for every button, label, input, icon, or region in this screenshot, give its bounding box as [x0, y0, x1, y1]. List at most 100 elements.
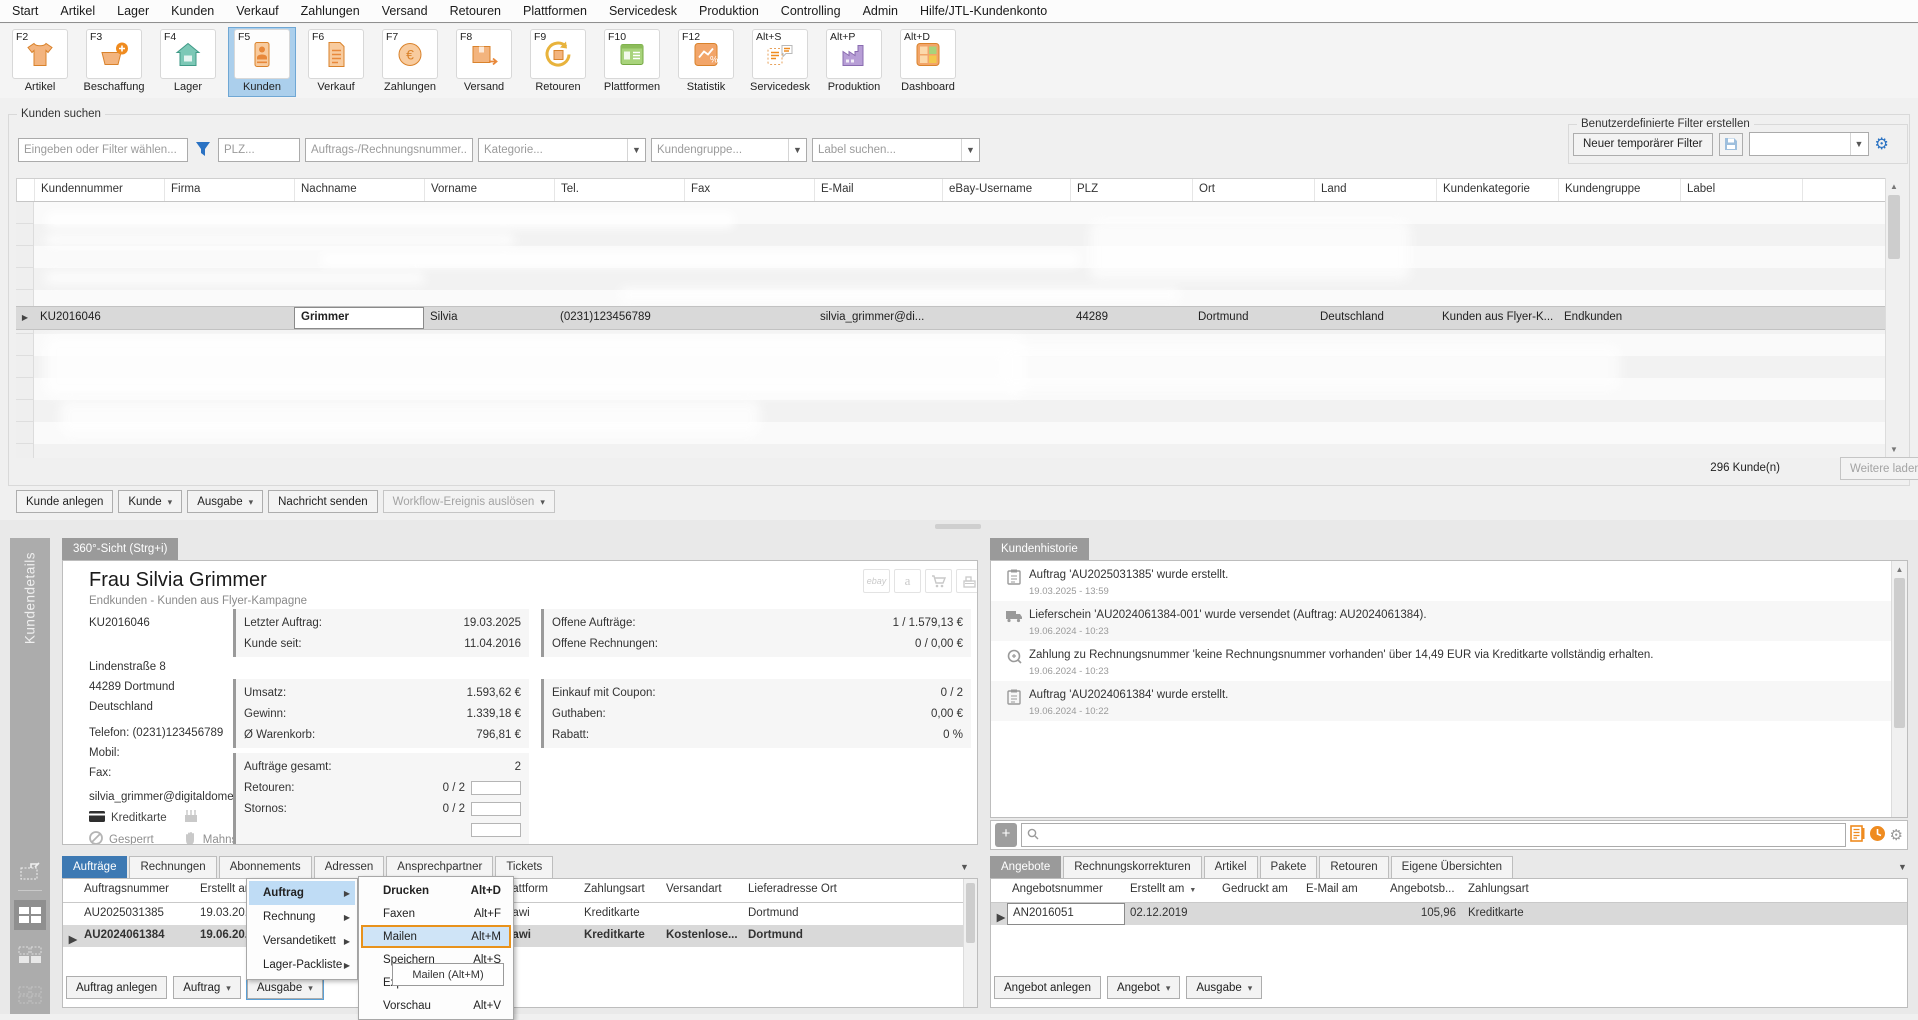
angebot-dropdown-button[interactable]: Angebot [1107, 976, 1180, 999]
offer-row-selected[interactable]: ▶ AN2016051 02.12.2019 105,96 Kreditkart… [991, 903, 1907, 925]
toolbar-statistik-button[interactable]: F12 % Statistik [672, 27, 740, 97]
tab-eigene-uebersichten[interactable]: Eigene Übersichten [1391, 856, 1513, 878]
toolbar-versand-button[interactable]: F8 Versand [450, 27, 518, 97]
scroll-up-icon[interactable]: ▲ [1886, 178, 1902, 195]
tab-abonnements[interactable]: Abonnements [219, 856, 312, 878]
menu-item-auftrag[interactable]: Auftrag▶ [249, 881, 355, 905]
kategorie-select[interactable]: Kategorie... ▼ [478, 138, 646, 162]
history-clock-icon[interactable] [1869, 825, 1886, 845]
tab-rechnungskorrekturen[interactable]: Rechnungskorrekturen [1063, 856, 1201, 878]
cell-firma[interactable] [164, 307, 294, 329]
tab-angebote[interactable]: Angebote [990, 856, 1061, 878]
menu-artikel[interactable]: Artikel [60, 4, 95, 18]
workflow-ereignis-button[interactable]: Workflow-Ereignis auslösen [383, 490, 555, 513]
orders-scrollbar[interactable] [963, 879, 977, 1007]
save-filter-icon[interactable] [1719, 133, 1743, 156]
history-entry[interactable]: Auftrag 'AU2025031385' wurde erstellt.19… [991, 561, 1907, 601]
col-tel[interactable]: Tel. [555, 179, 685, 201]
kundengruppe-select[interactable]: Kundengruppe... ▼ [651, 138, 807, 162]
offers-tabs-overflow-icon[interactable]: ▼ [1898, 862, 1907, 872]
toolbar-kunden-button[interactable]: F5 Kunden [228, 27, 296, 97]
tab-rechnungen[interactable]: Rechnungen [129, 856, 216, 878]
menu-admin[interactable]: Admin [863, 4, 898, 18]
history-scrollbar[interactable]: ▲ [1891, 561, 1907, 817]
history-search-input[interactable] [1021, 823, 1846, 847]
toolbar-dashboard-button[interactable]: Alt+D Dashboard [894, 27, 962, 97]
label-suchen-select[interactable]: Label suchen... ▼ [812, 138, 980, 162]
toolbar-produktion-button[interactable]: Alt+P Produktion [820, 27, 888, 97]
tab-tickets[interactable]: Tickets [495, 856, 553, 878]
tab-ansprechpartner[interactable]: Ansprechpartner [386, 856, 493, 878]
col-ort[interactable]: Ort [1193, 179, 1315, 201]
cell-ort[interactable]: Dortmund [743, 903, 903, 925]
cell-label[interactable] [1680, 307, 1802, 329]
cell-kundennummer[interactable]: KU2016046 [34, 307, 164, 329]
menu-plattformen[interactable]: Plattformen [523, 4, 587, 18]
toolbar-servicedesk-button[interactable]: Alt+S Servicedesk [746, 27, 814, 97]
tab-kundenhistorie[interactable]: Kundenhistorie [990, 538, 1089, 560]
tab-pakete[interactable]: Pakete [1260, 856, 1318, 878]
col-versandart[interactable]: Versandart [661, 879, 743, 902]
col-kundengruppe[interactable]: Kundengruppe [1559, 179, 1681, 201]
nachricht-senden-button[interactable]: Nachricht senden [268, 490, 378, 513]
submenu-item-mailen[interactable]: MailenAlt+M [361, 925, 511, 948]
cell-land[interactable]: Deutschland [1314, 307, 1436, 329]
tab-retouren[interactable]: Retouren [1319, 856, 1388, 878]
scrollbar-thumb[interactable] [1894, 578, 1905, 728]
new-temp-filter-button[interactable]: Neuer temporärer Filter [1573, 133, 1713, 156]
toolbar-retouren-button[interactable]: F9 Retouren [524, 27, 592, 97]
auftrag-dropdown-button[interactable]: Auftrag [173, 976, 241, 999]
col-zahlungsart[interactable]: Zahlungsart [1463, 879, 1551, 902]
cell-versandart[interactable] [661, 903, 743, 925]
angebot-anlegen-button[interactable]: Angebot anlegen [994, 976, 1101, 999]
history-entry[interactable]: Auftrag 'AU2024061384' wurde erstellt.19… [991, 681, 1907, 721]
toolbar-verkauf-button[interactable]: F6 Verkauf [302, 27, 370, 97]
col-auftragsnummer[interactable]: Auftragsnummer [79, 879, 195, 902]
menu-controlling[interactable]: Controlling [781, 4, 841, 18]
add-entry-icon[interactable]: + [995, 823, 1017, 847]
filter-settings-gear-icon[interactable]: ⚙ [1875, 134, 1889, 154]
toolbar-artikel-button[interactable]: F2 Artikel [6, 27, 74, 97]
col-nachname[interactable]: Nachname [295, 179, 425, 201]
customer-email[interactable]: silvia_grimmer@digitaldome.de [89, 787, 250, 807]
cell-kundenkategorie[interactable]: Kunden aus Flyer-K... [1436, 307, 1558, 329]
splitter-handle[interactable] [935, 524, 981, 529]
main-filter-input[interactable] [18, 138, 188, 162]
cell-tel[interactable]: (0231)123456789 [554, 307, 684, 329]
orders-tabs-overflow-icon[interactable]: ▼ [960, 862, 969, 872]
tab-adressen[interactable]: Adressen [314, 856, 385, 878]
cell-fax[interactable] [684, 307, 814, 329]
cell-versandart[interactable]: Kostenlose... [661, 925, 743, 947]
cell-ort[interactable]: Dortmund [1192, 307, 1314, 329]
auftrags-rechnungsnummer-input[interactable] [305, 138, 473, 162]
scrollbar-thumb[interactable] [1888, 195, 1900, 259]
order-row-selected[interactable]: ▶ AU2024061384 19.06.20... Wawi Kreditka… [63, 925, 977, 947]
kunde-anlegen-button[interactable]: Kunde anlegen [16, 490, 113, 513]
layout-grid-view-icon[interactable] [14, 900, 46, 930]
col-email[interactable]: E-Mail [815, 179, 943, 201]
cell-plz[interactable]: 44289 [1070, 307, 1192, 329]
kunde-dropdown-button[interactable]: Kunde [118, 490, 182, 513]
cell-nachname[interactable]: Grimmer [294, 307, 424, 329]
cell-betrag[interactable]: 105,96 [1385, 903, 1463, 925]
col-angebotsnummer[interactable]: Angebotsnummer [1007, 879, 1125, 902]
col-firma[interactable]: Firma [165, 179, 295, 201]
scrollbar-thumb[interactable] [966, 883, 975, 943]
menu-zahlungen[interactable]: Zahlungen [301, 4, 360, 18]
col-kundenkategorie[interactable]: Kundenkategorie [1437, 179, 1559, 201]
menu-item-versandetikett[interactable]: Versandetikett▶ [249, 929, 355, 953]
scroll-down-icon[interactable]: ▼ [1886, 441, 1902, 458]
auftrag-anlegen-button[interactable]: Auftrag anlegen [66, 976, 167, 999]
scroll-up-icon[interactable]: ▲ [1892, 561, 1907, 578]
history-doc-icon[interactable] [1850, 825, 1865, 845]
layout-empty-view-icon[interactable] [14, 980, 46, 1010]
cell-zahlungsart[interactable]: Kreditkarte [579, 903, 661, 925]
menu-versand[interactable]: Versand [382, 4, 428, 18]
history-settings-gears-icon[interactable]: ⚙ [1890, 826, 1903, 844]
ausgabe-dropdown-button[interactable]: Ausgabe [187, 490, 263, 513]
toolbar-lager-button[interactable]: F4 Lager [154, 27, 222, 97]
menu-item-lager-packliste[interactable]: Lager-Packliste▶ [249, 953, 355, 977]
menu-start[interactable]: Start [12, 4, 38, 18]
toolbar-beschaffung-button[interactable]: F3 Beschaffung [80, 27, 148, 97]
plz-input[interactable] [218, 138, 300, 162]
